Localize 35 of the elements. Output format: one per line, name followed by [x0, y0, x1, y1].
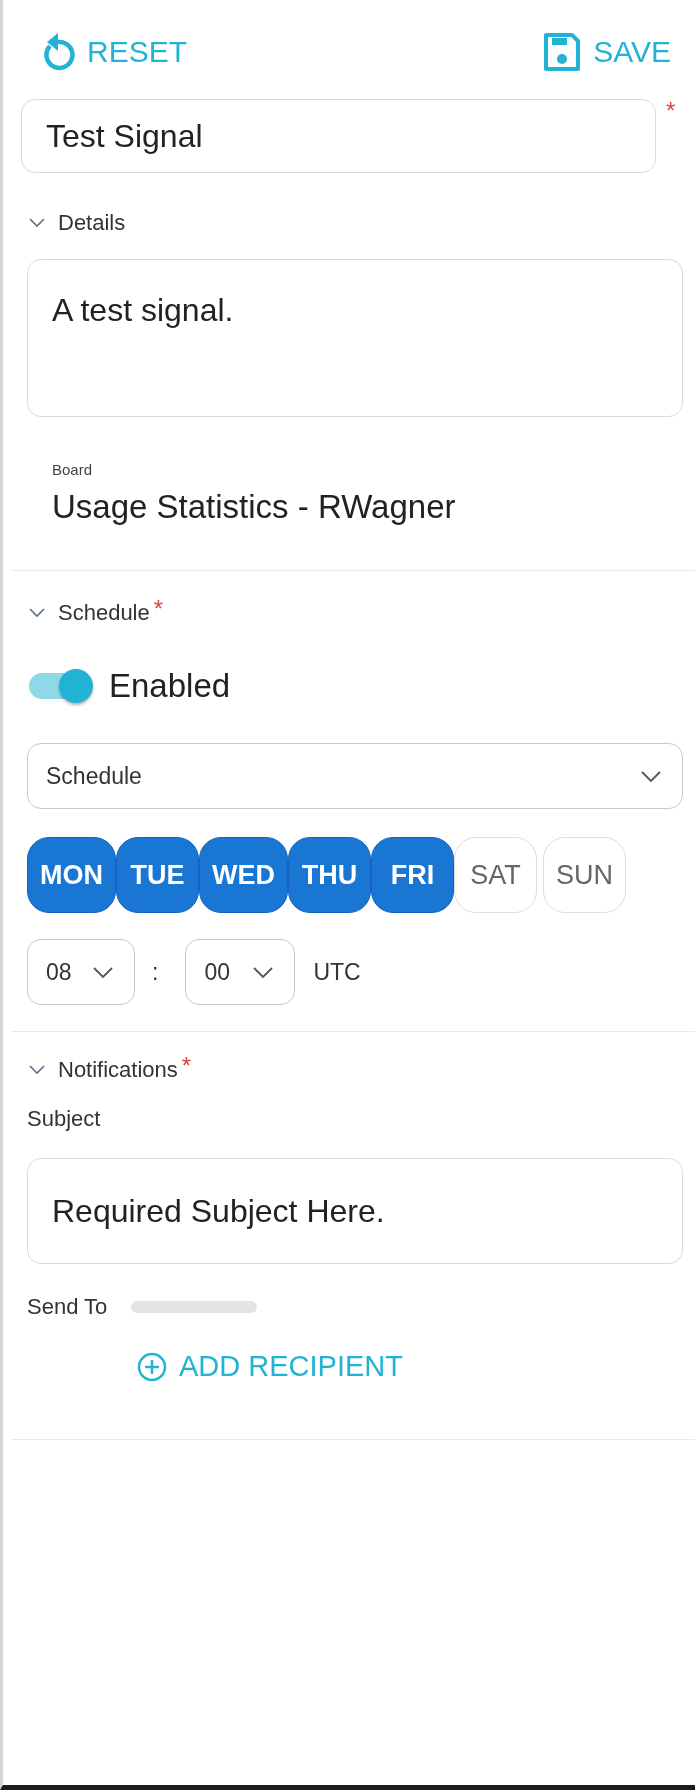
- caret-icon: [92, 965, 114, 979]
- field-label: Send To: [27, 1294, 108, 1320]
- time-separator: :: [152, 958, 159, 986]
- day-toggle[interactable]: TUE: [116, 837, 199, 913]
- day-toggle[interactable]: WED: [199, 837, 288, 913]
- chevron-icon[interactable]: [28, 1063, 46, 1075]
- subject-field[interactable]: Required Subject Here.: [27, 1158, 683, 1264]
- description-field[interactable]: A test signal.: [27, 259, 683, 417]
- save-icon: [543, 32, 582, 72]
- day-toggle[interactable]: FRI: [371, 837, 454, 913]
- section-title[interactable]: Notifications: [58, 1057, 178, 1083]
- day-toggle[interactable]: SUN: [543, 837, 626, 913]
- required-mark: *: [666, 99, 676, 126]
- toggle-label: Enabled: [109, 667, 231, 705]
- plus-circle-icon: [137, 1351, 167, 1382]
- required-mark: *: [153, 597, 164, 621]
- section-title[interactable]: Details: [58, 210, 126, 236]
- timezone-label: UTC: [313, 958, 361, 986]
- schedule-select[interactable]: Schedule: [27, 743, 683, 809]
- hour-select[interactable]: 08: [27, 939, 135, 1005]
- board-value: Usage Statistics - RWagner: [52, 488, 457, 526]
- day-toggle[interactable]: MON: [27, 837, 116, 913]
- day-toggle[interactable]: SAT: [454, 837, 537, 913]
- name-field[interactable]: Test Signal: [21, 99, 656, 173]
- field-label: Board: [52, 461, 94, 478]
- minute-select[interactable]: 00: [185, 939, 296, 1005]
- caret-icon: [640, 769, 662, 783]
- field-label: Subject: [27, 1106, 102, 1132]
- required-mark: *: [181, 1054, 192, 1078]
- caret-icon: [252, 965, 275, 979]
- section-title[interactable]: Schedule: [58, 600, 150, 626]
- day-toggle[interactable]: THU: [288, 837, 371, 913]
- chevron-icon[interactable]: [28, 606, 46, 618]
- reset-icon: [41, 32, 75, 72]
- chevron-icon[interactable]: [28, 216, 46, 228]
